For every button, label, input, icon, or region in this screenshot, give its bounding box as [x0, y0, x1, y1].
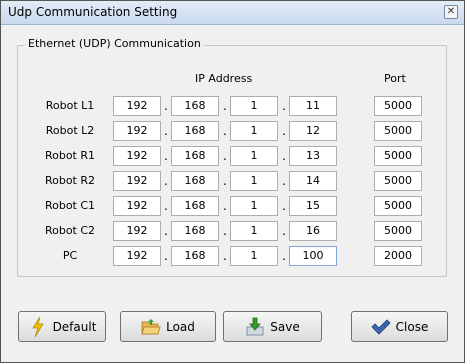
load-button-label: Load — [166, 319, 195, 334]
ip-octet-3-input[interactable]: 1 — [230, 171, 278, 191]
group-title: Ethernet (UDP) Communication — [25, 37, 204, 50]
address-row: PC 192 168 1 100... 2000 — [1, 246, 465, 266]
ip-octet-4-input[interactable]: 100 — [289, 246, 337, 266]
ip-octet-2-input[interactable]: 168 — [171, 96, 219, 116]
address-row: Robot C2 192 168 1 16... 5000 — [1, 221, 465, 241]
lightning-icon — [28, 316, 48, 337]
ip-octet-2-input[interactable]: 168 — [171, 246, 219, 266]
ip-octet-2-input[interactable]: 168 — [171, 121, 219, 141]
ip-separator: . — [223, 199, 227, 213]
port-input[interactable]: 5000 — [374, 171, 422, 191]
ip-octet-3-input[interactable]: 1 — [230, 96, 278, 116]
ip-separator: . — [282, 249, 286, 263]
ip-separator: . — [282, 224, 286, 238]
ip-octet-4-input[interactable]: 12 — [289, 121, 337, 141]
row-label: Robot R2 — [44, 174, 96, 187]
port-input[interactable]: 5000 — [374, 221, 422, 241]
port-header: Port — [384, 72, 406, 85]
ip-address-header: IP Address — [195, 72, 253, 85]
close-button[interactable]: Close — [351, 311, 448, 342]
row-label: Robot L2 — [45, 124, 95, 137]
title-bar[interactable]: Udp Communication Setting ✕ — [1, 1, 464, 25]
checkmark-icon — [371, 317, 391, 337]
save-button-label: Save — [270, 319, 300, 334]
ip-octet-2-input[interactable]: 168 — [171, 196, 219, 216]
address-row: Robot R1 192 168 1 13... 5000 — [1, 146, 465, 166]
ip-separator: . — [223, 124, 227, 138]
ip-octet-4-input[interactable]: 11 — [289, 96, 337, 116]
ip-octet-2-input[interactable]: 168 — [171, 221, 219, 241]
row-label: Robot R1 — [44, 149, 96, 162]
folder-open-icon — [141, 317, 161, 337]
ip-octet-3-input[interactable]: 1 — [230, 221, 278, 241]
ip-separator: . — [282, 174, 286, 188]
ip-octet-3-input[interactable]: 1 — [230, 246, 278, 266]
ip-octet-4-input[interactable]: 13 — [289, 146, 337, 166]
ip-octet-1-input[interactable]: 192 — [113, 171, 161, 191]
save-arrow-icon — [245, 317, 265, 337]
address-row: Robot L2 192 168 1 12... 5000 — [1, 121, 465, 141]
ip-octet-3-input[interactable]: 1 — [230, 121, 278, 141]
ip-separator: . — [223, 224, 227, 238]
port-input[interactable]: 5000 — [374, 96, 422, 116]
ip-octet-1-input[interactable]: 192 — [113, 146, 161, 166]
close-button-label: Close — [395, 319, 429, 334]
ip-separator: . — [223, 149, 227, 163]
window-title: Udp Communication Setting — [8, 5, 178, 19]
default-button[interactable]: Default — [18, 311, 106, 342]
port-input[interactable]: 5000 — [374, 146, 422, 166]
port-input[interactable]: 5000 — [374, 121, 422, 141]
ip-separator: . — [164, 174, 168, 188]
address-row: Robot C1 192 168 1 15... 5000 — [1, 196, 465, 216]
port-input[interactable]: 2000 — [374, 246, 422, 266]
ip-octet-1-input[interactable]: 192 — [113, 221, 161, 241]
ip-separator: . — [164, 249, 168, 263]
ip-octet-4-input[interactable]: 15 — [289, 196, 337, 216]
ip-separator: . — [164, 99, 168, 113]
ip-separator: . — [282, 149, 286, 163]
row-label: Robot C1 — [44, 199, 96, 212]
ip-octet-2-input[interactable]: 168 — [171, 146, 219, 166]
port-input[interactable]: 5000 — [374, 196, 422, 216]
row-label: Robot C2 — [44, 224, 96, 237]
dialog-window: Udp Communication Setting ✕ Ethernet (UD… — [0, 0, 465, 363]
address-row: Robot R2 192 168 1 14... 5000 — [1, 171, 465, 191]
ip-octet-3-input[interactable]: 1 — [230, 146, 278, 166]
load-button[interactable]: Load — [120, 311, 216, 342]
save-button[interactable]: Save — [223, 311, 322, 342]
row-label: Robot L1 — [45, 99, 95, 112]
ip-separator: . — [164, 124, 168, 138]
ip-separator: . — [282, 99, 286, 113]
ip-octet-2-input[interactable]: 168 — [171, 171, 219, 191]
ip-separator: . — [164, 199, 168, 213]
default-button-label: Default — [52, 319, 97, 334]
ip-separator: . — [223, 174, 227, 188]
ip-octet-1-input[interactable]: 192 — [113, 196, 161, 216]
row-label: PC — [62, 249, 78, 262]
ip-octet-3-input[interactable]: 1 — [230, 196, 278, 216]
ip-separator: . — [282, 199, 286, 213]
ip-separator: . — [164, 149, 168, 163]
ip-separator: . — [223, 249, 227, 263]
ip-separator: . — [223, 99, 227, 113]
ip-octet-1-input[interactable]: 192 — [113, 96, 161, 116]
ip-octet-4-input[interactable]: 16 — [289, 221, 337, 241]
window-close-icon[interactable]: ✕ — [444, 5, 458, 19]
ip-separator: . — [164, 224, 168, 238]
ip-octet-1-input[interactable]: 192 — [113, 246, 161, 266]
ip-separator: . — [282, 124, 286, 138]
ip-octet-1-input[interactable]: 192 — [113, 121, 161, 141]
ip-octet-4-input[interactable]: 14 — [289, 171, 337, 191]
address-row: Robot L1 192 168 1 11... 5000 — [1, 96, 465, 116]
